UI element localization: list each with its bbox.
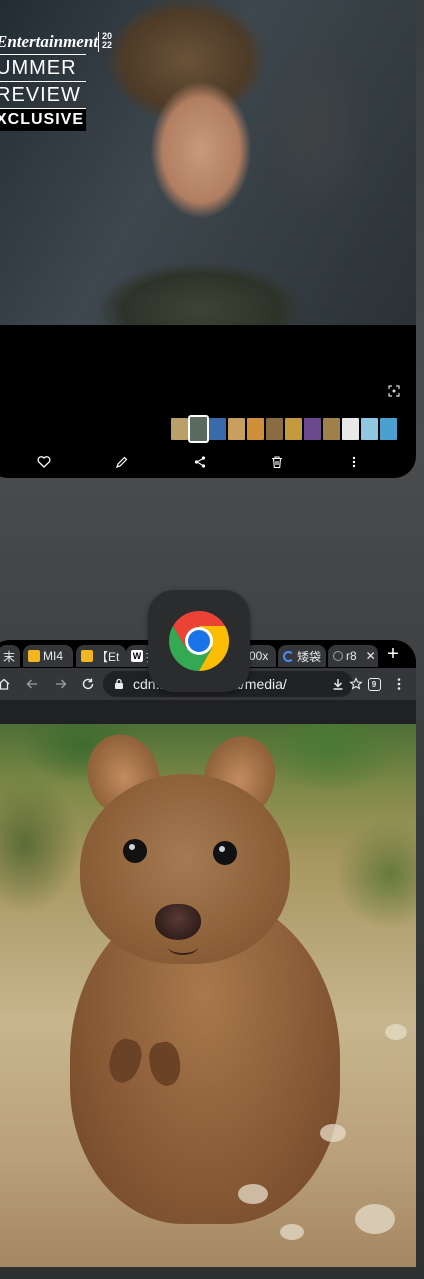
thumbnail[interactable] — [209, 418, 226, 440]
reload-button[interactable] — [77, 672, 99, 696]
reload-icon — [82, 678, 94, 690]
chrome-app-icon[interactable] — [148, 590, 250, 692]
edit-icon — [116, 456, 128, 468]
grass-tuft — [385, 1024, 407, 1040]
tab-count: 9 — [367, 677, 381, 691]
thumbnail[interactable] — [266, 418, 283, 440]
ew-line2: UMMER — [0, 55, 86, 82]
tab-close-icon[interactable]: ✕ — [366, 649, 376, 663]
tab-7-active[interactable]: r8 ✕ — [328, 645, 378, 667]
tab-switcher-button[interactable]: 9 — [363, 672, 385, 696]
thumbnail[interactable] — [228, 418, 245, 440]
grass-tuft — [238, 1184, 268, 1204]
quokka-right-eye — [213, 841, 237, 865]
tab-1[interactable]: 末 — [0, 645, 20, 667]
forward-arrow-icon — [56, 679, 67, 689]
chrome-logo-icon — [168, 611, 230, 671]
tab-6[interactable]: 矮袋 — [278, 645, 326, 667]
forward-button[interactable] — [50, 672, 72, 696]
more-vert-icon — [397, 678, 401, 690]
download-button[interactable] — [327, 672, 349, 696]
lock-icon — [115, 678, 123, 689]
home-icon — [0, 678, 10, 690]
quokka-nose — [155, 904, 201, 940]
thumbnail[interactable] — [380, 418, 397, 440]
photo-viewer[interactable]: Entertainment 20 22 UMMER REVIEW XCLUSIV… — [0, 0, 416, 325]
tab-7-label: r8 — [346, 649, 357, 663]
tab-3-label: 【Et — [96, 649, 120, 664]
new-tab-button[interactable]: + — [384, 644, 402, 664]
thumbnail[interactable] — [285, 418, 302, 440]
grass-tuft — [355, 1204, 395, 1234]
gallery-window: Entertainment 20 22 UMMER REVIEW XCLUSIV… — [0, 0, 416, 478]
more-icon — [352, 456, 356, 468]
grass-tuft — [280, 1224, 304, 1240]
tab-4-favicon-icon: W — [131, 650, 143, 662]
tab-7-favicon-icon — [333, 651, 343, 661]
tab-3[interactable]: 【Et — [76, 645, 126, 667]
edit-button[interactable] — [110, 450, 134, 474]
tab-2[interactable]: MI4 — [23, 645, 73, 667]
browser-window: 末 MI4 【Et W 揖 00x 矮袋 r8 ✕ + — [0, 640, 416, 1267]
tab-1-label: 末 — [3, 649, 16, 664]
ew-line3: REVIEW — [0, 82, 86, 109]
delete-icon — [272, 456, 282, 469]
ew-line4: XCLUSIVE — [0, 109, 86, 131]
back-arrow-icon — [26, 679, 37, 689]
quokka-left-eye — [123, 839, 147, 863]
tab-3-favicon-icon — [81, 650, 93, 662]
gallery-actions — [0, 450, 416, 474]
tab-2-favicon-icon — [28, 650, 40, 662]
bookmark-star-icon[interactable] — [349, 677, 363, 691]
tab-2-label: MI4 — [43, 649, 64, 663]
thumbnail[interactable] — [247, 418, 264, 440]
download-icon — [333, 679, 343, 690]
ew-year: 20 22 — [98, 32, 112, 52]
ew-brand: Entertainment — [0, 32, 99, 51]
thumbnail-strip[interactable] — [171, 415, 397, 443]
share-button[interactable] — [188, 450, 212, 474]
tab-5-label: 00x — [249, 649, 269, 663]
back-button[interactable] — [21, 672, 43, 696]
quokka-image — [0, 724, 416, 1267]
home-button[interactable] — [0, 672, 15, 696]
thumbnail[interactable] — [304, 418, 321, 440]
tab-6-favicon-icon — [283, 650, 294, 662]
thumbnail[interactable] — [171, 418, 188, 440]
scan-icon[interactable] — [388, 385, 400, 397]
more-button[interactable] — [342, 450, 366, 474]
ew-badge: Entertainment 20 22 UMMER REVIEW XCLUSIV… — [0, 32, 112, 131]
page-top-margin — [0, 700, 416, 725]
delete-button[interactable] — [265, 450, 289, 474]
heart-icon — [37, 456, 51, 468]
tab-6-label: 矮袋 — [297, 649, 322, 664]
thumbnail[interactable] — [342, 418, 359, 440]
thumbnail-selected[interactable] — [188, 415, 209, 443]
grass-tuft — [320, 1124, 346, 1142]
thumbnail[interactable] — [323, 418, 340, 440]
menu-button[interactable] — [388, 672, 410, 696]
favorite-button[interactable] — [32, 450, 56, 474]
share-icon — [194, 456, 206, 468]
thumbnail[interactable] — [361, 418, 378, 440]
quokka-mouth — [168, 939, 198, 955]
